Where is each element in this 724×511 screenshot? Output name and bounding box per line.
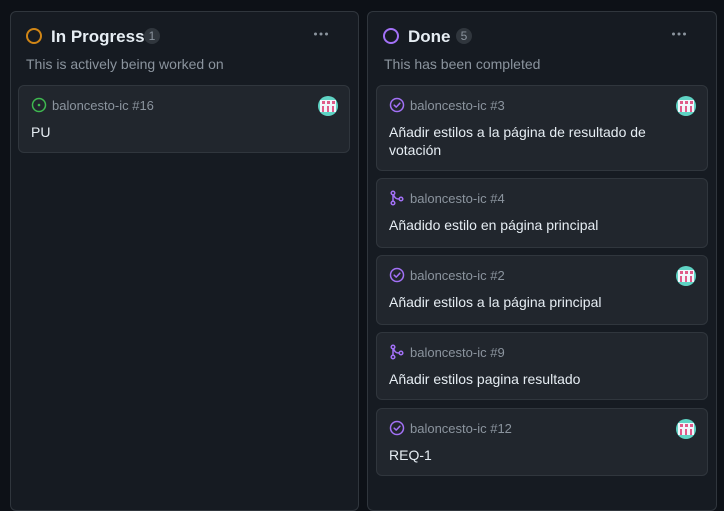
column-title: In Progress <box>51 27 145 46</box>
card-meta: baloncesto-ic #2 <box>389 266 505 284</box>
more-options-button[interactable] <box>667 24 691 44</box>
avatar[interactable] <box>318 96 338 116</box>
issue-closed-icon <box>389 97 405 113</box>
card-meta: baloncesto-ic #12 <box>389 419 512 437</box>
card-meta: baloncesto-ic #9 <box>389 343 505 361</box>
kebab-horizontal-icon <box>672 32 686 36</box>
card-title[interactable]: Añadir estilos a la página principal <box>389 293 671 311</box>
avatar[interactable] <box>676 96 696 116</box>
item-count-badge: 1 <box>144 28 160 44</box>
card-title[interactable]: PU <box>31 123 313 141</box>
card-repo-link[interactable]: baloncesto-ic #4 <box>410 191 505 206</box>
issue-closed-icon <box>389 267 405 283</box>
card-title[interactable]: Añadir estilos pagina resultado <box>389 370 671 388</box>
card-title[interactable]: REQ-1 <box>389 446 671 464</box>
project-card[interactable]: baloncesto-ic #2 Añadir estilos a la pág… <box>376 255 708 325</box>
item-count-badge: 5 <box>456 28 472 44</box>
more-options-button[interactable] <box>309 24 333 44</box>
card-meta: baloncesto-ic #4 <box>389 189 505 207</box>
issue-open-icon <box>31 97 47 113</box>
avatar[interactable] <box>676 266 696 286</box>
column-title: Done <box>408 27 451 46</box>
project-card[interactable]: baloncesto-ic #12 REQ-1 <box>376 408 708 476</box>
issue-closed-icon <box>389 420 405 436</box>
column-done: Done 5 This has been completed baloncest… <box>367 11 717 511</box>
project-card[interactable]: baloncesto-ic #4 Añadido estilo en págin… <box>376 178 708 248</box>
card-repo-link[interactable]: baloncesto-ic #3 <box>410 98 505 113</box>
card-meta: baloncesto-ic #3 <box>389 96 505 114</box>
column-description: This has been completed <box>384 56 541 72</box>
card-title[interactable]: Añadir estilos a la página de resultado … <box>389 123 671 159</box>
done-status-icon <box>383 28 399 44</box>
card-repo-link[interactable]: baloncesto-ic #9 <box>410 345 505 360</box>
avatar-image <box>676 266 696 286</box>
avatar-image <box>676 419 696 439</box>
card-repo-link[interactable]: baloncesto-ic #12 <box>410 421 512 436</box>
project-card[interactable]: baloncesto-ic #9 Añadir estilos pagina r… <box>376 332 708 400</box>
avatar-image <box>318 96 338 116</box>
column-in-progress: In Progress 1 This is actively being wor… <box>10 11 359 511</box>
avatar-image <box>676 96 696 116</box>
project-card[interactable]: baloncesto-ic #16 PU <box>18 85 350 153</box>
column-header: Done 5 <box>368 12 716 52</box>
column-description: This is actively being worked on <box>26 56 224 72</box>
project-card[interactable]: baloncesto-ic #3 Añadir estilos a la pág… <box>376 85 708 171</box>
card-title[interactable]: Añadido estilo en página principal <box>389 216 671 234</box>
card-repo-link[interactable]: baloncesto-ic #16 <box>52 98 154 113</box>
card-meta: baloncesto-ic #16 <box>31 96 154 114</box>
column-header: In Progress 1 <box>11 12 358 52</box>
in-progress-status-icon <box>26 28 42 44</box>
avatar[interactable] <box>676 419 696 439</box>
card-repo-link[interactable]: baloncesto-ic #2 <box>410 268 505 283</box>
pull-request-merged-icon <box>390 190 404 206</box>
pull-request-merged-icon <box>390 344 404 360</box>
kebab-horizontal-icon <box>314 32 328 36</box>
